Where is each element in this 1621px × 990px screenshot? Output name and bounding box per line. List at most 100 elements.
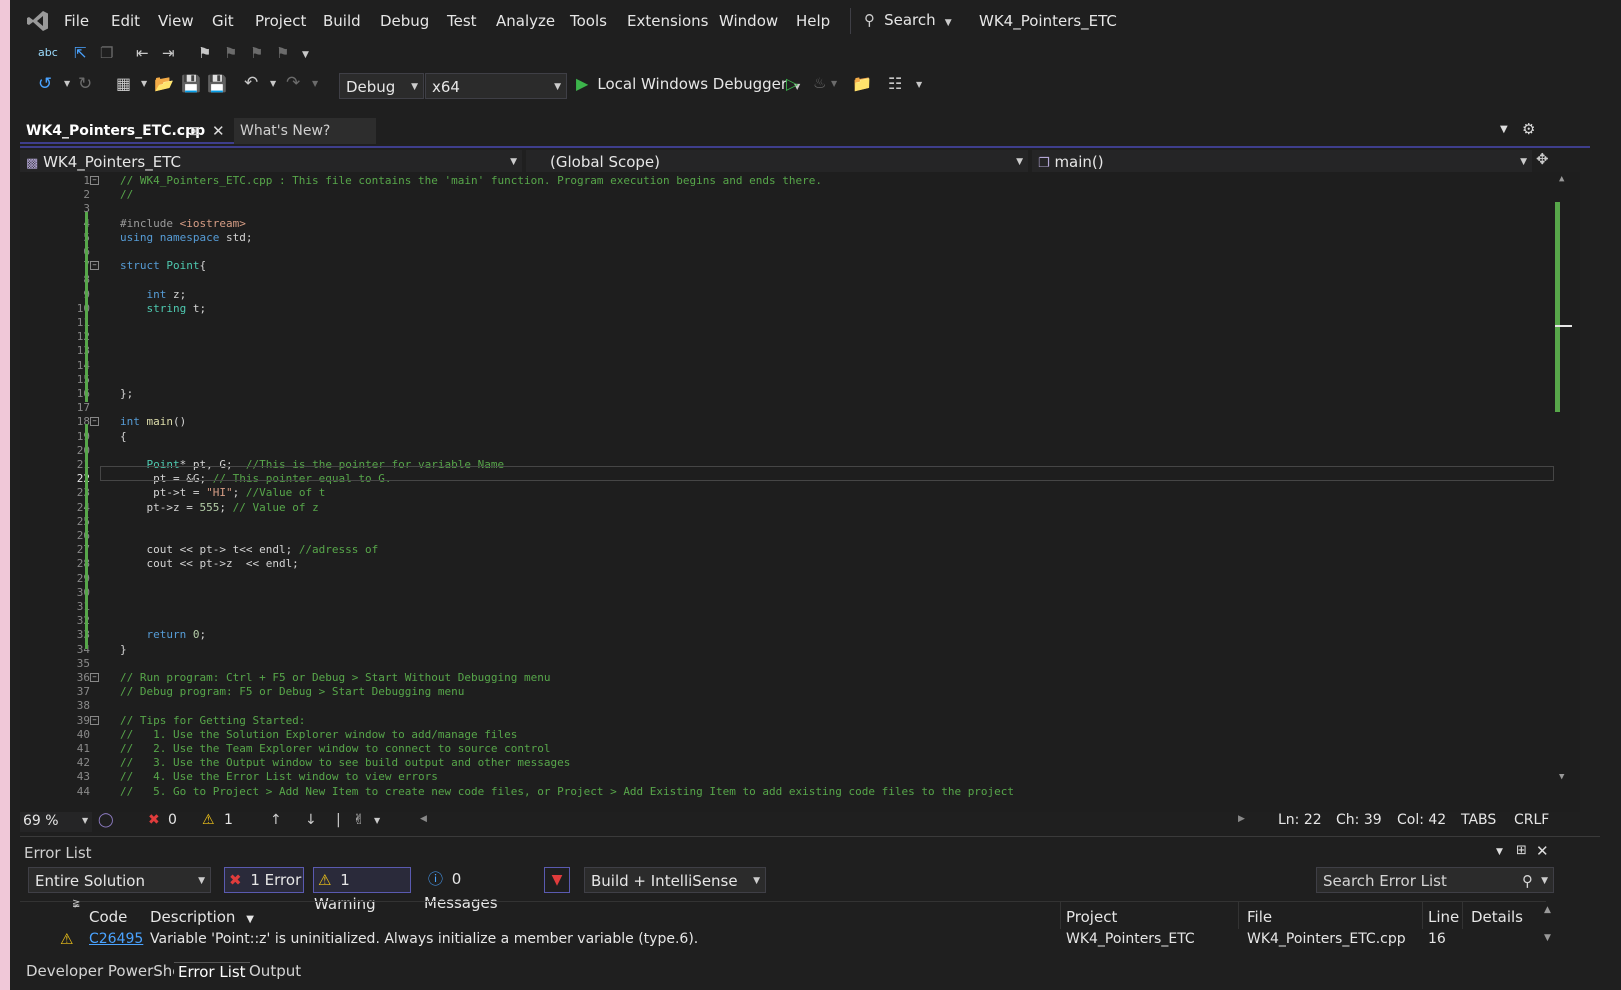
code-line[interactable]: // 2. Use the Team Explorer window to co… [120,742,550,755]
warning-icon[interactable]: ⚠ [202,812,215,828]
warning-count[interactable]: 1 [224,812,233,828]
code-line[interactable]: } [120,643,127,656]
code-line[interactable]: // 3. Use the Output window to see build… [120,756,570,769]
tab-wk4-pointers-etc-cpp[interactable]: WK4_Pointers_ETC.cpp ⊞ ✕ [20,118,234,144]
scope-dropdown[interactable]: (Global Scope) ▼ [526,150,1028,174]
collapse-toggle-icon[interactable]: − [90,176,99,185]
undo-icon[interactable]: ↶ [244,73,258,93]
messages-filter-button[interactable]: ⓘ 0 Messages [424,867,534,912]
code-cleanup-icon[interactable]: ✌ [353,812,365,828]
new-project-icon[interactable]: ▦ [116,74,131,93]
zoom-select[interactable]: 69 % ▼ [20,812,92,832]
spellcheck-icon[interactable]: abc [38,46,58,59]
menu-test[interactable]: Test [447,12,477,30]
pin-icon[interactable]: ⊞ [1516,843,1527,858]
previous-issue-icon[interactable]: ↑ [270,812,282,828]
column-chooser-icon[interactable]: ≩ [72,898,80,909]
code-line[interactable]: return 0; [120,628,207,641]
menu-window[interactable]: Window [719,12,778,30]
redo-icon[interactable]: ↷ [286,73,300,93]
next-bookmark-icon[interactable]: ⚑ [250,44,263,62]
start-debugging-button[interactable]: ▶ Local Windows Debugger ▼ [576,74,800,98]
collapse-toggle-icon[interactable]: − [90,261,99,271]
save-icon[interactable]: 💾 [181,74,201,93]
platform-select[interactable]: x64 ▼ [425,73,567,99]
select-icon[interactable]: ⇱ [74,44,87,62]
column-number[interactable]: Col: 42 [1397,812,1446,828]
hot-reload-dropdown-icon[interactable]: ▼ [831,79,837,88]
horizontal-scrollbar[interactable]: ◀ ▶ [420,814,1250,830]
prev-bookmark-icon[interactable]: ⚑ [224,44,237,62]
filter-toggle-button[interactable]: ▼ [544,867,570,893]
line-endings[interactable]: CRLF [1514,812,1549,828]
start-without-debugging-icon[interactable]: ▷ [786,74,798,93]
code-line[interactable]: // WK4_Pointers_ETC.cpp : This file cont… [120,174,822,187]
error-icon[interactable]: ✖ [148,812,160,828]
gear-icon[interactable]: ⚙ [1522,120,1535,138]
close-icon[interactable]: ✕ [212,118,225,144]
close-icon[interactable]: ✕ [1536,842,1549,860]
split-editor-icon[interactable]: ✥ [1536,150,1549,168]
menu-edit[interactable]: Edit [111,12,140,30]
column-header-line[interactable]: Line [1428,908,1459,926]
code-line[interactable]: // [120,188,133,201]
code-line[interactable]: // 1. Use the Solution Explorer window t… [120,728,517,741]
table-row[interactable]: ⚠ C26495 Variable 'Point::z' is uninitia… [20,928,1530,952]
configuration-select[interactable]: Debug ▼ [339,73,424,99]
column-header-code[interactable]: Code [89,908,127,926]
search-button[interactable]: ⚲ Search ▼ [864,10,952,32]
back-icon[interactable]: ↺ [38,74,52,94]
column-header-details[interactable]: Details [1471,908,1523,926]
panel-dropdown-icon[interactable]: ▼ [1496,847,1503,857]
collapse-toggle-icon[interactable]: − [90,673,99,682]
vertical-scrollbar[interactable]: ▲ ▼ [1555,172,1572,792]
column-header-file[interactable]: File [1247,908,1272,926]
code-line[interactable]: { [120,430,127,443]
clear-bookmarks-icon[interactable]: ⚑ [276,44,289,62]
scroll-up-icon[interactable]: ▲ [1544,905,1551,915]
menu-build[interactable]: Build [323,12,361,30]
column-header-project[interactable]: Project [1066,908,1117,926]
code-line[interactable]: int z; [120,288,187,301]
column-header-description[interactable]: Description ▼ [150,908,254,926]
char-number[interactable]: Ch: 39 [1336,812,1382,828]
code-line[interactable]: cout << pt-> t<< endl; //adresss of [120,543,378,556]
code-line[interactable]: // Tips for Getting Started: [120,714,305,727]
undo-dropdown-icon[interactable]: ▼ [270,79,276,88]
code-line[interactable]: int main() [120,415,186,428]
menu-view[interactable]: View [158,12,194,30]
scrollbar-thumb[interactable] [1555,325,1572,327]
bookmark-icon[interactable]: ⚑ [198,44,211,62]
scroll-up-icon[interactable]: ▲ [1559,174,1564,184]
copy-icon[interactable]: ❐ [100,44,113,62]
tab-developer-powershell[interactable]: Developer PowerShell [26,962,190,980]
indent-mode[interactable]: TABS [1461,812,1496,828]
code-line[interactable]: // 4. Use the Error List window to view … [120,770,438,783]
menu-tools[interactable]: Tools [570,12,607,30]
error-code-link[interactable]: C26495 [89,931,143,947]
code-line[interactable]: string t; [120,302,207,315]
code-line[interactable]: // 5. Go to Project > Add New Item to cr… [120,785,1014,798]
forward-icon[interactable]: ↻ [78,74,92,94]
menu-project[interactable]: Project [255,12,306,30]
line-number[interactable]: Ln: 22 [1278,812,1322,828]
vs-logo-icon[interactable] [26,9,50,33]
menu-extensions[interactable]: Extensions [627,12,708,30]
hot-reload-icon[interactable]: ♨ [813,74,826,92]
error-list-search-input[interactable]: Search Error List ⚲ ▼ [1316,867,1554,893]
back-dropdown-icon[interactable]: ▼ [64,79,70,88]
chevron-down-icon[interactable]: ▼ [374,816,380,825]
scope-filter-select[interactable]: Entire Solution ▼ [28,867,211,893]
menu-help[interactable]: Help [796,12,830,30]
code-line[interactable]: pt->t = "HI"; //Value of t [120,486,325,499]
scroll-down-icon[interactable]: ▼ [1559,772,1564,782]
menu-git[interactable]: Git [212,12,234,30]
scroll-right-icon[interactable]: ▶ [1238,814,1245,824]
tab-whats-new[interactable]: What's New? [234,118,376,144]
toolbar-overflow-icon[interactable]: ▼ [916,80,922,89]
warnings-filter-button[interactable]: ⚠ 1 Warning [313,867,411,913]
project-dropdown[interactable]: ▩ WK4_Pointers_ETC ▼ [20,150,522,174]
collapse-toggle-icon[interactable]: − [90,715,99,725]
code-line[interactable]: // Run program: Ctrl + F5 or Debug > Sta… [120,671,550,684]
scroll-left-icon[interactable]: ◀ [420,814,427,824]
